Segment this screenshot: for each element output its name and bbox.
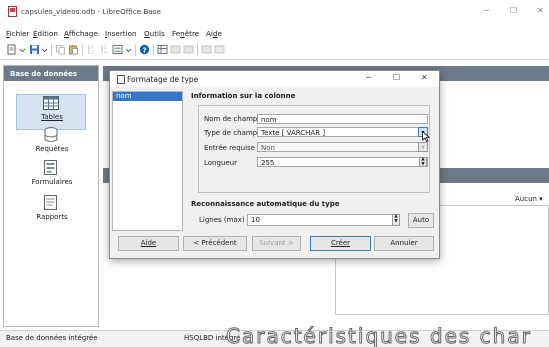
- required-entry-select[interactable]: Non: [257, 142, 428, 152]
- length-spinner[interactable]: ▲ ▼: [419, 157, 427, 167]
- field-type-label: Type de champ: [204, 129, 258, 137]
- query-icon[interactable]: [44, 127, 58, 142]
- field-list[interactable]: [112, 91, 183, 231]
- svg-text:Z: Z: [91, 50, 94, 55]
- dialog-close-button[interactable]: ✕: [421, 73, 428, 82]
- required-entry-dropdown-button[interactable]: ▾: [418, 142, 428, 152]
- category-queries[interactable]: Requêtes: [14, 145, 90, 153]
- preview-dropdown[interactable]: Aucun ▾: [515, 195, 543, 203]
- chevron-down-icon[interactable]: [19, 44, 26, 55]
- menu-fenetre[interactable]: Fenêtre: [172, 29, 199, 38]
- dialog-title: Formatage de type: [127, 75, 199, 84]
- toolbar-separator: [197, 44, 198, 56]
- required-entry-label: Entrée requise: [204, 144, 255, 152]
- field-name-label: Nom de champ: [204, 115, 258, 123]
- chevron-down-icon[interactable]: [41, 44, 48, 55]
- minimize-button[interactable]: ─: [484, 6, 489, 15]
- database-panel-header: Base de données: [4, 66, 98, 81]
- next-button[interactable]: Suivant >: [252, 236, 301, 251]
- chevron-down-icon[interactable]: [125, 44, 132, 55]
- category-forms[interactable]: Formulaires: [14, 178, 90, 186]
- category-reports[interactable]: Rapports: [14, 213, 90, 221]
- length-label: Longueur: [204, 159, 237, 167]
- max-lines-spinner[interactable]: ▲ ▼: [392, 214, 400, 226]
- detail-view-icon[interactable]: [183, 44, 194, 55]
- report-icon[interactable]: [44, 195, 57, 210]
- form-icon[interactable]: [44, 160, 57, 175]
- maximize-button[interactable]: ☐: [510, 6, 517, 15]
- menu-fichier[interactable]: Fichier: [6, 29, 30, 38]
- close-button[interactable]: ✕: [537, 6, 544, 15]
- new-document-icon[interactable]: [6, 44, 17, 55]
- dialog-maximize-button[interactable]: ☐: [393, 73, 400, 82]
- document-preview-icon[interactable]: [201, 44, 212, 55]
- menu-insertion[interactable]: Insertion: [105, 29, 137, 38]
- copy-icon[interactable]: [55, 44, 66, 55]
- table-icon[interactable]: [43, 96, 59, 110]
- paste-icon[interactable]: [68, 44, 79, 55]
- video-caption-overlay: Caractéristiques des char: [226, 324, 532, 347]
- toolbar-separator: [51, 44, 52, 56]
- field-list-item[interactable]: nom: [116, 92, 132, 100]
- length-input[interactable]: 255: [257, 157, 428, 167]
- list-view-icon[interactable]: [170, 44, 181, 55]
- auto-button[interactable]: Auto: [408, 213, 434, 228]
- menu-aide[interactable]: Aide: [206, 29, 222, 38]
- help-button[interactable]: Aide: [118, 236, 179, 251]
- save-icon[interactable]: [29, 44, 40, 55]
- toolbar-separator: [82, 44, 83, 56]
- category-tables[interactable]: Tables: [14, 113, 90, 121]
- field-type-select[interactable]: Texte [ VARCHAR ]: [257, 127, 428, 137]
- preview-icon[interactable]: [214, 44, 225, 55]
- svg-text:?: ?: [143, 46, 147, 54]
- column-info-heading: Information sur la colonne: [191, 92, 296, 100]
- table-view-icon[interactable]: [157, 44, 168, 55]
- mouse-cursor-icon: [422, 131, 430, 142]
- dialog-document-icon: [117, 75, 125, 84]
- toolbar-separator: [135, 44, 136, 56]
- previous-button[interactable]: < Précédent: [183, 236, 247, 251]
- menu-affichage[interactable]: Affichage: [64, 29, 98, 38]
- window-title: capsules_videos.odb - LibreOffice Base: [21, 7, 161, 16]
- max-lines-label: Lignes (max) :: [199, 216, 250, 224]
- field-name-input[interactable]: nom: [257, 114, 428, 124]
- help-icon[interactable]: ?: [139, 44, 150, 55]
- libreoffice-base-icon: [8, 6, 17, 17]
- sort-descending-icon[interactable]: ZA: [99, 44, 110, 55]
- form-view-icon[interactable]: [112, 44, 123, 55]
- menu-outils[interactable]: Outils: [144, 29, 165, 38]
- dialog-minimize-button[interactable]: ─: [366, 73, 371, 82]
- menu-edition[interactable]: Édition: [33, 29, 58, 38]
- svg-text:A: A: [104, 50, 107, 55]
- toolbar-separator: [153, 44, 154, 56]
- create-button[interactable]: Créer: [310, 236, 371, 251]
- cancel-button[interactable]: Annuler: [374, 236, 434, 251]
- status-database-type: Base de données intégrée: [6, 334, 98, 342]
- auto-type-heading: Reconnaissance automatique du type: [191, 200, 340, 208]
- max-lines-input[interactable]: 10: [247, 214, 397, 226]
- sort-ascending-icon[interactable]: AZ: [86, 44, 97, 55]
